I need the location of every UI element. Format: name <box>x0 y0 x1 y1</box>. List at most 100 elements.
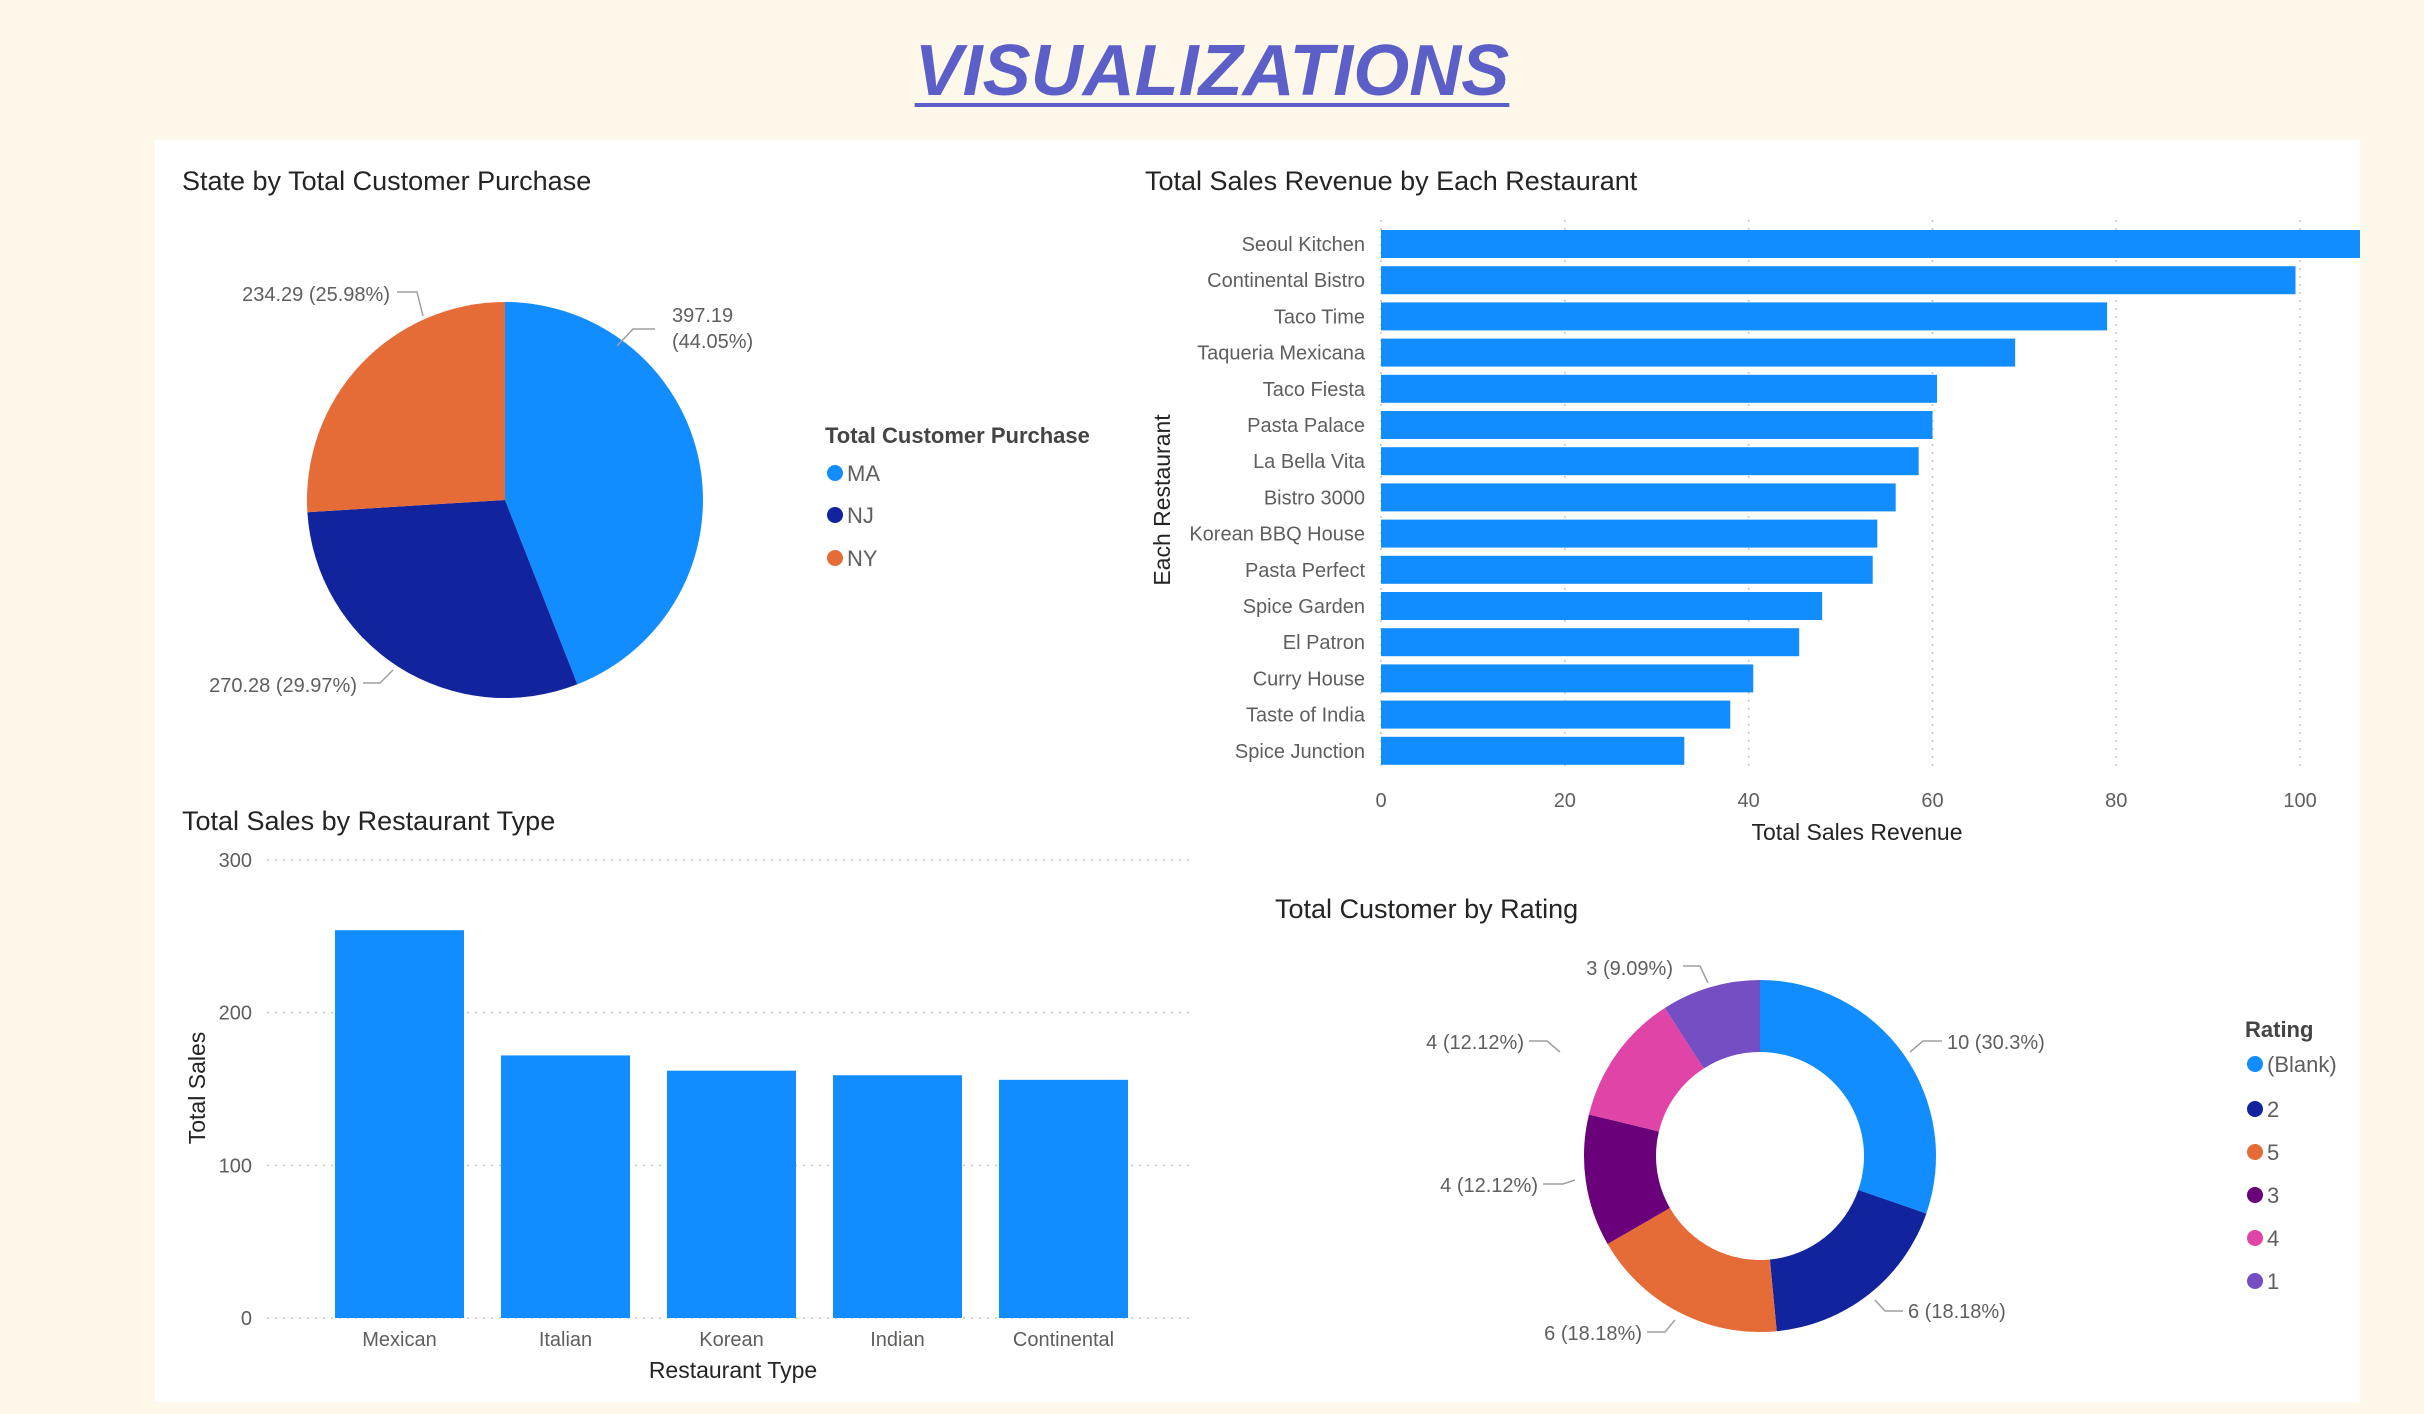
category-label-seoul-kitchen: Seoul Kitchen <box>1242 234 1365 256</box>
state-purchase-pie-chart: State by Total Customer Purchase 397.19 … <box>182 166 1090 698</box>
bar-indian <box>833 1075 962 1318</box>
bar-taco-fiesta <box>1381 374 1938 403</box>
data-label-3: 4 (12.12%) <box>1440 1175 1538 1197</box>
donut-legend: Rating (Blank) 2 5 3 4 1 <box>2245 1017 2337 1294</box>
leader-line-3 <box>1543 1179 1576 1185</box>
bar-mexican <box>335 930 464 1318</box>
legend-label-1: 1 <box>2267 1269 2279 1294</box>
donut-slices <box>1584 980 1937 1332</box>
legend-label-3: 3 <box>2267 1183 2279 1208</box>
report-canvas: State by Total Customer Purchase 397.19 … <box>155 140 2360 1402</box>
data-label-ma-value: 397.19 <box>672 305 733 327</box>
x-tick-40: 40 <box>1738 790 1760 812</box>
restaurant-revenue-bar-chart: Total Sales Revenue by Each Restaurant S… <box>1145 166 2360 845</box>
bars <box>335 930 1128 1318</box>
data-label-nj: 270.28 (29.97%) <box>209 675 357 697</box>
chart-title: Total Sales by Restaurant Type <box>182 806 555 836</box>
leader-line-0 <box>1683 965 1709 984</box>
y-axis-title: Total Sales <box>184 1032 210 1145</box>
page-title: VISUALIZATIONS <box>914 31 1510 111</box>
x-axis-title: Restaurant Type <box>649 1357 817 1383</box>
bar-spice-garden <box>1381 592 1823 620</box>
pie-legend: Total Customer Purchase MA NJ NY <box>825 423 1090 571</box>
y-tick-300: 300 <box>219 850 252 872</box>
x-tick-60: 60 <box>1921 790 1943 812</box>
data-label-2: 6 (18.18%) <box>1908 1301 2006 1323</box>
leader-line-4 <box>1874 1299 1903 1312</box>
category-label-taco-fiesta: Taco Fiesta <box>1263 379 1366 401</box>
category-label-korean: Korean <box>699 1329 764 1351</box>
leader-line-1 <box>397 291 424 317</box>
y-tick-labels: 0 100 200 300 <box>219 850 252 1330</box>
legend-label-blank: (Blank) <box>2267 1052 2337 1077</box>
leader-line-5 <box>1647 1319 1676 1333</box>
category-labels: Mexican Italian Korean Indian Continental <box>362 1329 1114 1351</box>
data-label-ma-percent: (44.05%) <box>672 331 753 353</box>
legend-label-4: 4 <box>2267 1226 2279 1251</box>
bar-taste-of-india <box>1381 700 1731 729</box>
data-label-5: 6 (18.18%) <box>1544 1323 1642 1345</box>
legend-label-nj: NJ <box>847 503 874 528</box>
legend-label-ma: MA <box>847 461 880 486</box>
pie-slices <box>307 302 703 698</box>
bar-continental <box>999 1079 1128 1318</box>
bar-continental-bistro <box>1381 266 2296 295</box>
category-label-continental-bistro: Continental Bistro <box>1207 270 1365 292</box>
category-label-taco-time: Taco Time <box>1274 306 1365 328</box>
legend-marker-1 <box>2247 1273 2263 1289</box>
legend-label-5: 5 <box>2267 1140 2279 1165</box>
legend-label-2: 2 <box>2267 1097 2279 1122</box>
category-label-curry-house: Curry House <box>1253 668 1365 690</box>
category-label-korean-bbq-house: Korean BBQ House <box>1189 524 1365 546</box>
rating-donut-chart: Total Customer by Rating 3 (9.09%) 10 (3… <box>1275 894 2337 1345</box>
legend-marker-blank <box>2247 1056 2263 1072</box>
y-tick-100: 100 <box>219 1155 252 1177</box>
category-label-bistro-3000: Bistro 3000 <box>1264 487 1365 509</box>
leader-line-2 <box>363 669 394 684</box>
x-tick-80: 80 <box>2105 790 2127 812</box>
y-tick-0: 0 <box>241 1308 252 1330</box>
bars <box>1381 230 2360 765</box>
category-label-pasta-perfect: Pasta Perfect <box>1245 560 1366 582</box>
category-label-continental: Continental <box>1013 1329 1114 1351</box>
category-label-spice-garden: Spice Garden <box>1243 596 1365 618</box>
category-label-italian: Italian <box>539 1329 592 1351</box>
bar-bistro-3000 <box>1381 483 1896 512</box>
chart-title: Total Sales Revenue by Each Restaurant <box>1145 166 1638 196</box>
category-label-la-bella-vita: La Bella Vita <box>1253 451 1366 473</box>
data-label-1: 3 (9.09%) <box>1586 958 1673 980</box>
category-label-taste-of-india: Taste of India <box>1246 705 1366 727</box>
data-label-ny: 234.29 (25.98%) <box>242 284 390 306</box>
legend-marker-ny <box>827 550 843 566</box>
x-tick-0: 0 <box>1375 790 1386 812</box>
legend-title: Total Customer Purchase <box>825 423 1090 448</box>
legend-marker-nj <box>827 507 843 523</box>
data-label-blank: 10 (30.3%) <box>1947 1032 2045 1054</box>
slice-blank <box>1760 980 1937 1214</box>
category-label-mexican: Mexican <box>362 1329 436 1351</box>
bar-spice-junction <box>1381 736 1685 765</box>
bar-pasta-palace <box>1381 411 1933 439</box>
y-tick-200: 200 <box>219 1003 252 1025</box>
bar-taqueria-mexicana <box>1381 338 2016 367</box>
slice-ny <box>307 302 505 513</box>
legend-marker-2 <box>2247 1101 2263 1117</box>
dashboard-visuals: State by Total Customer Purchase 397.19 … <box>182 166 2360 1383</box>
category-label-el-patron: El Patron <box>1283 632 1365 654</box>
leader-line-1 <box>1909 1040 1942 1053</box>
bar-italian <box>501 1055 630 1318</box>
x-axis-title: Total Sales Revenue <box>1752 819 1963 845</box>
chart-title: Total Customer by Rating <box>1275 894 1578 924</box>
x-tick-100: 100 <box>2283 790 2316 812</box>
legend-marker-4 <box>2247 1230 2263 1246</box>
legend-marker-3 <box>2247 1187 2263 1203</box>
category-labels: Seoul Kitchen Continental Bistro Taco Time… <box>1189 234 1366 763</box>
bar-el-patron <box>1381 628 1800 657</box>
slice-2 <box>1769 1190 1927 1332</box>
category-label-spice-junction: Spice Junction <box>1235 741 1365 763</box>
category-label-indian: Indian <box>870 1329 925 1351</box>
bar-korean <box>667 1070 796 1318</box>
bar-taco-time <box>1381 302 2108 331</box>
legend-label-ny: NY <box>847 546 878 571</box>
category-label-pasta-palace: Pasta Palace <box>1247 415 1365 437</box>
